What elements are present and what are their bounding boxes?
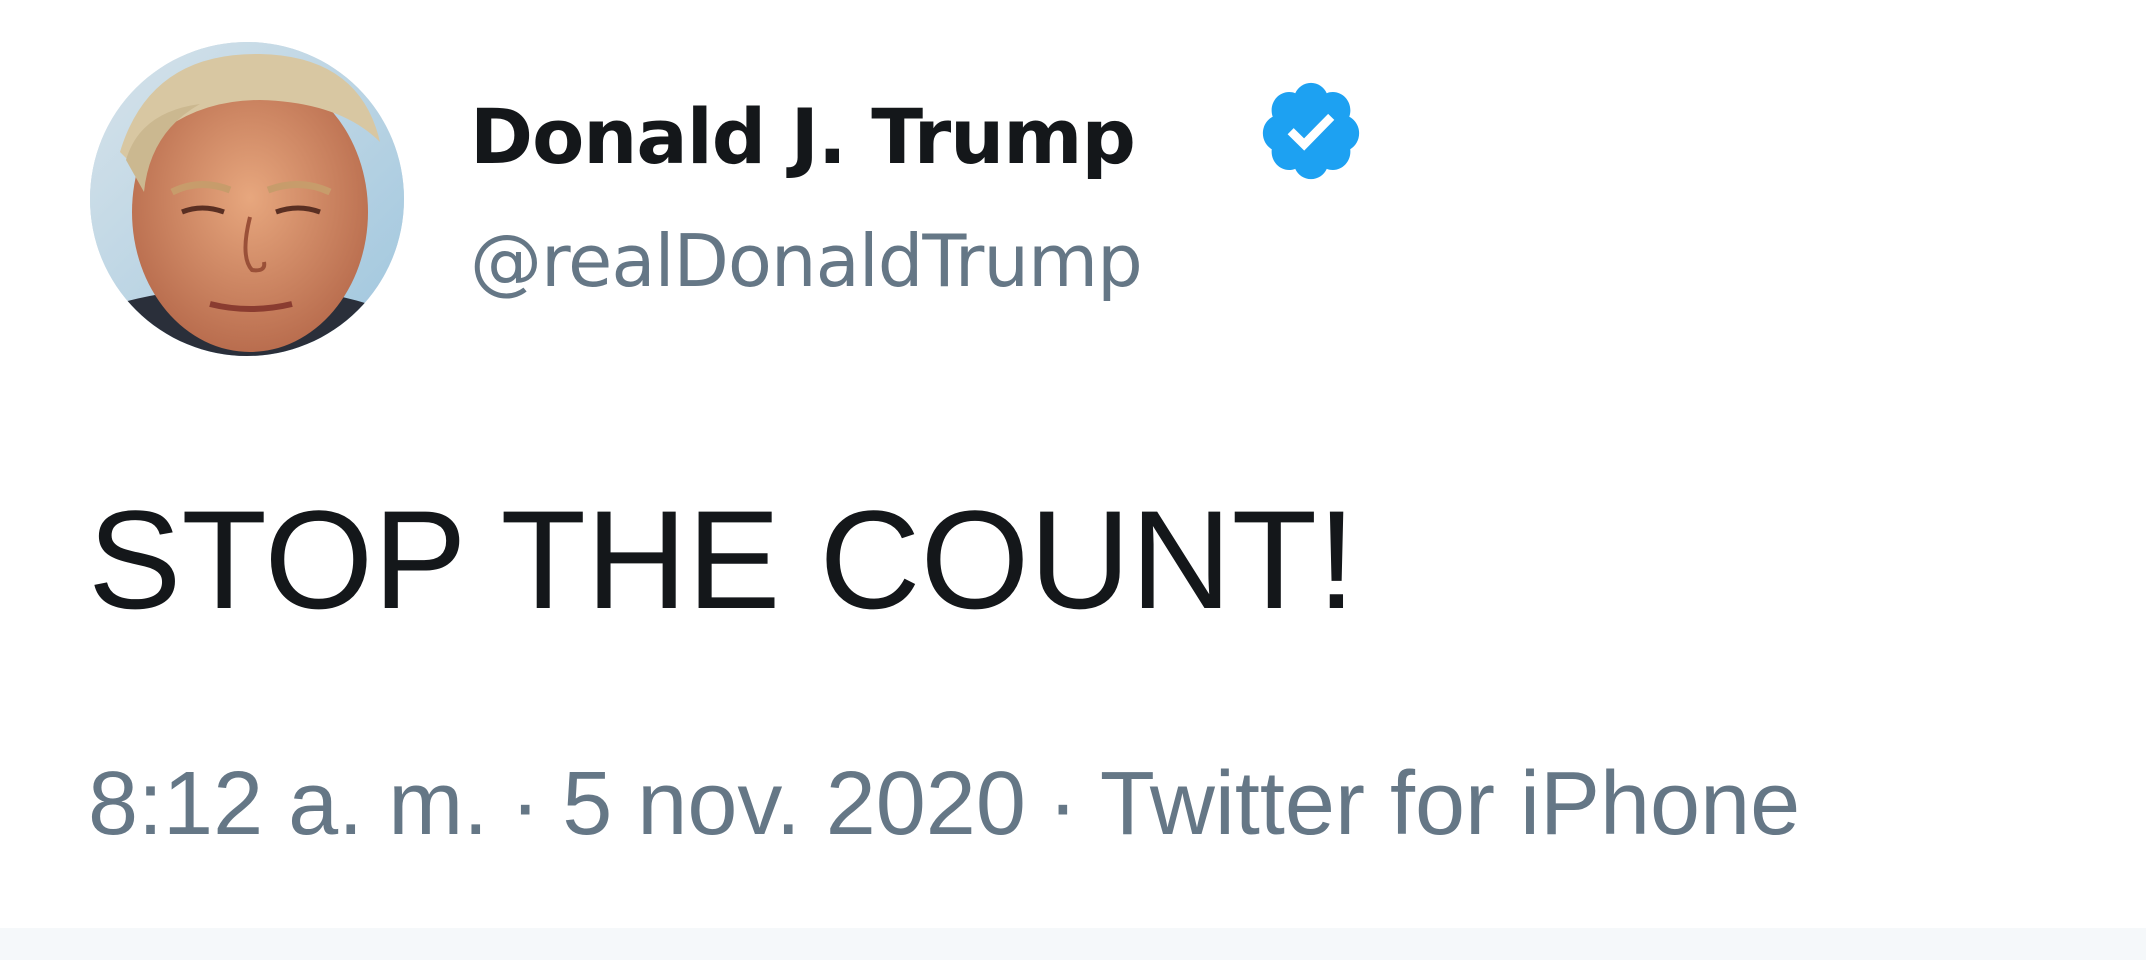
separator-dot: · [510, 754, 541, 854]
profile-photo [90, 42, 404, 356]
separator-dot: · [1047, 754, 1078, 854]
tweet-time[interactable]: 8:12 a. m. [88, 754, 488, 854]
tweet-date[interactable]: 5 nov. 2020 [562, 754, 1026, 854]
tweet-text: STOP THE COUNT! [88, 481, 1356, 638]
tweet-card: Donald J. Trump @realDonaldTrump STOP TH… [0, 0, 2146, 960]
display-name[interactable]: Donald J. Trump [470, 92, 1136, 182]
verified-badge-icon [1262, 82, 1360, 180]
user-handle[interactable]: @realDonaldTrump [470, 218, 1143, 304]
tweet-metadata: 8:12 a. m. · 5 nov. 2020 · Twitter for iPhon… [88, 752, 1800, 856]
tweet-source[interactable]: Twitter for iPhone [1100, 754, 1800, 854]
avatar[interactable] [90, 42, 404, 356]
bottom-border [0, 928, 2146, 960]
